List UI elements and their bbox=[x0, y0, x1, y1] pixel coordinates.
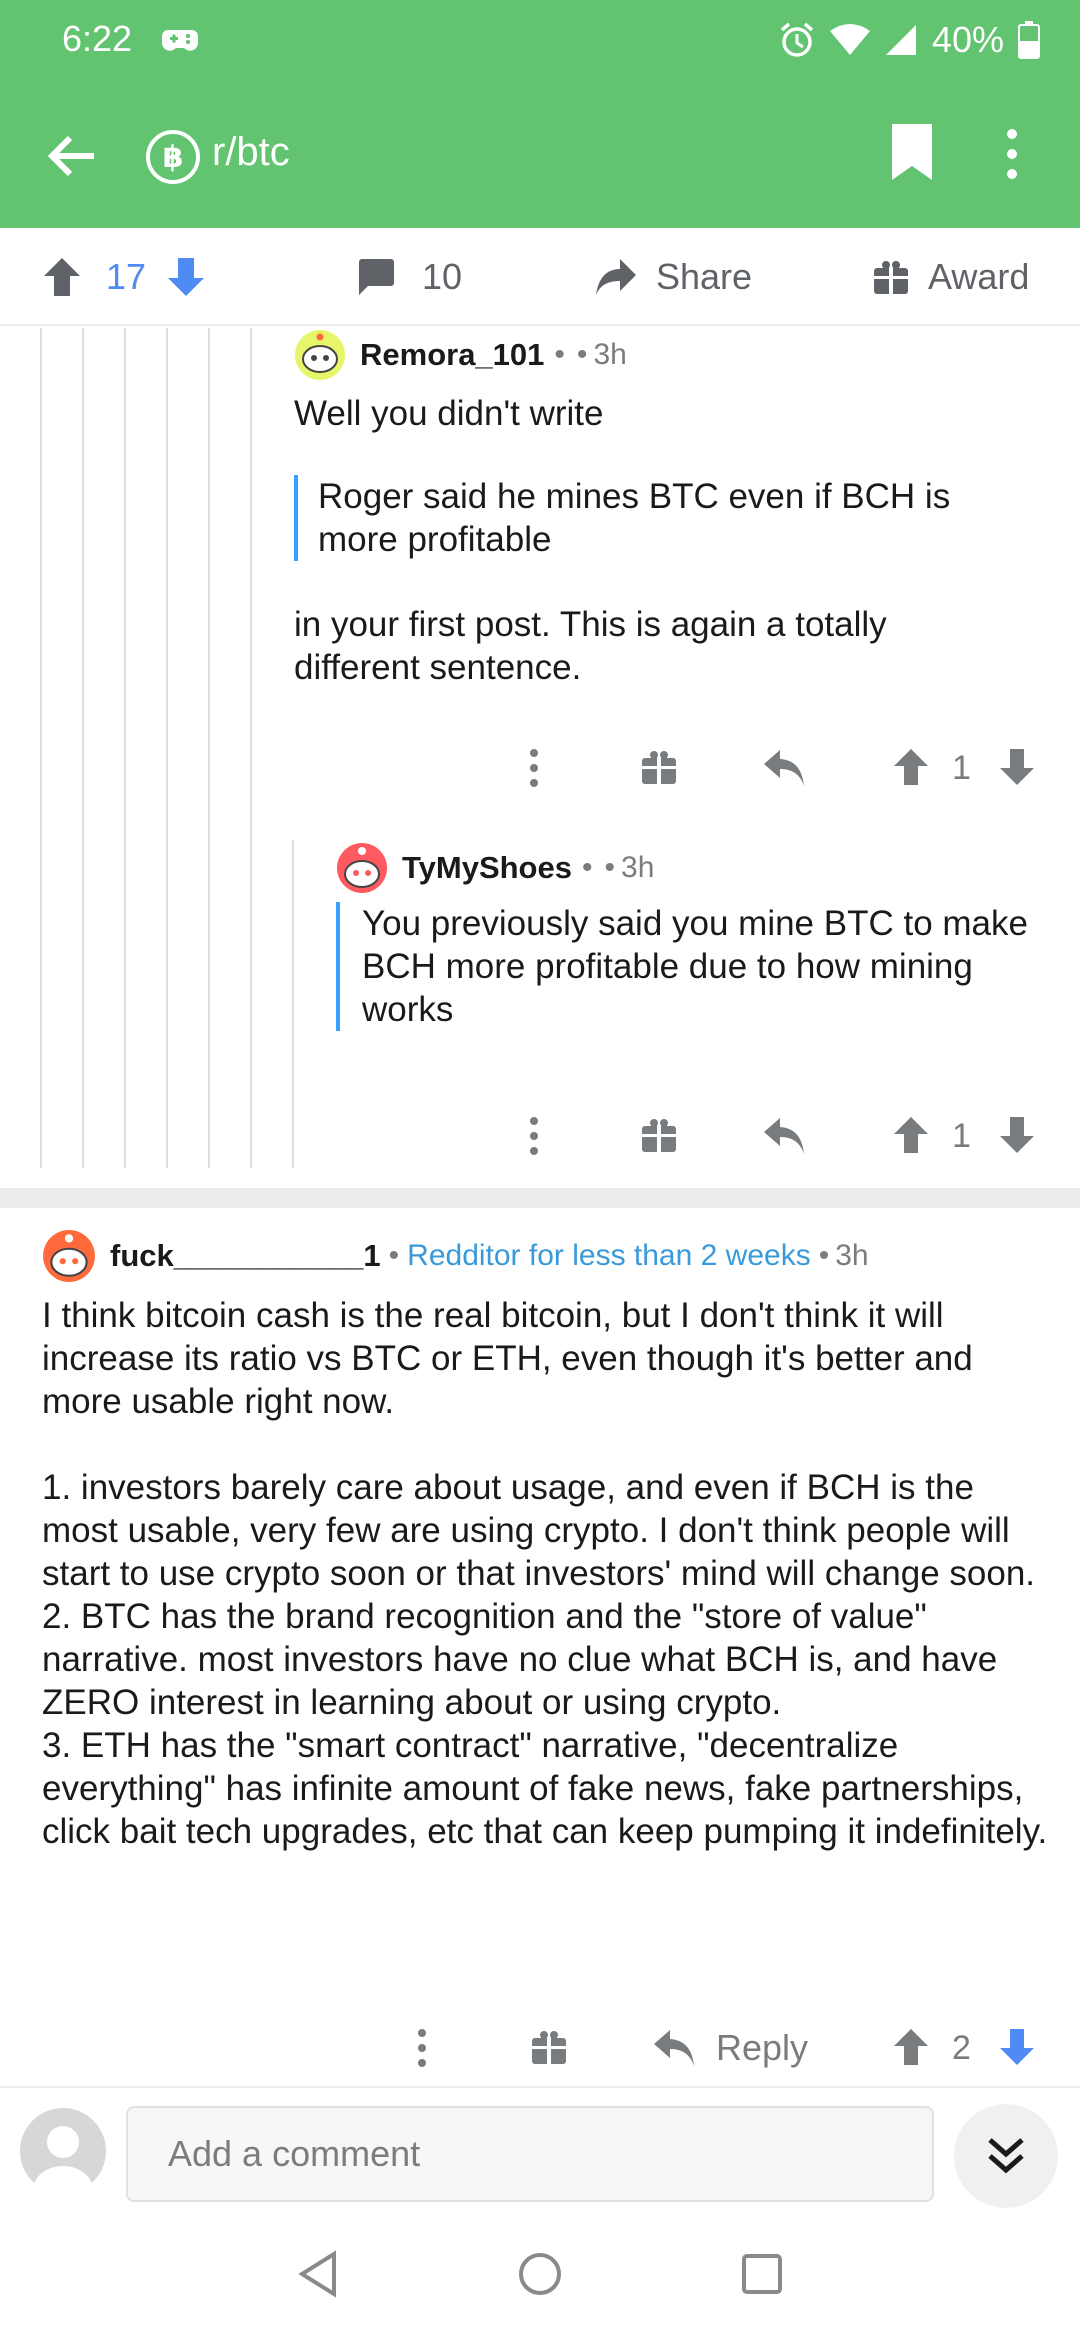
upvote-icon[interactable] bbox=[894, 1117, 928, 1153]
gift-icon[interactable] bbox=[642, 1118, 676, 1152]
more-options-icon[interactable] bbox=[528, 748, 540, 788]
reply-icon[interactable] bbox=[764, 1118, 804, 1154]
home-circle-icon[interactable] bbox=[516, 2250, 564, 2298]
comment-paragraph: I think bitcoin cash is the real bitcoin… bbox=[42, 1296, 973, 1421]
blockquote: Roger said he mines BTC even if BCH is m… bbox=[294, 475, 994, 561]
system-nav-bar bbox=[0, 2220, 1080, 2340]
share-label: Share bbox=[656, 256, 753, 297]
comment-score: 1 bbox=[952, 1116, 971, 1155]
comments-button[interactable]: 10 bbox=[356, 228, 462, 326]
comment-score: 1 bbox=[952, 748, 971, 787]
back-arrow-icon[interactable] bbox=[44, 128, 100, 184]
avatar[interactable] bbox=[20, 2108, 106, 2194]
bookmark-icon[interactable] bbox=[888, 124, 936, 180]
comment-header: fuck___________1 • Redditor for less tha… bbox=[42, 1228, 1052, 1284]
comment-age: 3h bbox=[593, 338, 627, 371]
reply-label: Reply bbox=[716, 2027, 809, 2068]
comment-text: in your first post. This is again a tota… bbox=[294, 605, 887, 687]
battery-icon bbox=[1018, 21, 1040, 59]
downvote-icon[interactable] bbox=[168, 258, 205, 296]
comment-username[interactable]: Remora_101 bbox=[360, 337, 544, 373]
status-bar: 6:22 40% bbox=[0, 0, 1080, 80]
upvote-icon[interactable] bbox=[44, 258, 80, 296]
upvote-icon[interactable] bbox=[894, 749, 928, 785]
back-triangle-icon[interactable] bbox=[296, 2250, 340, 2298]
user-flair: Redditor for less than 2 weeks bbox=[407, 1239, 811, 1272]
meta-separator: • bbox=[581, 851, 593, 884]
award-button[interactable]: Award bbox=[874, 228, 1029, 326]
meta-separator: • bbox=[554, 338, 565, 371]
share-icon bbox=[596, 259, 636, 295]
comment-count: 10 bbox=[422, 256, 463, 297]
comment-actions: Reply 2 bbox=[0, 2018, 1080, 2078]
comment-text: Well you didn't write bbox=[294, 394, 604, 433]
comment-age: 3h bbox=[835, 1239, 869, 1272]
meta-dot: • bbox=[576, 338, 588, 371]
reply-icon bbox=[654, 2030, 694, 2066]
comment: TyMyShoes • • 3h You previously said you… bbox=[336, 842, 1066, 1031]
comment-username[interactable]: TyMyShoes bbox=[402, 850, 572, 886]
gift-icon bbox=[874, 261, 908, 294]
upvote-icon[interactable] bbox=[894, 2029, 928, 2065]
subreddit-name[interactable]: r/btc bbox=[212, 130, 290, 175]
game-controller-icon bbox=[162, 30, 198, 51]
comment-header: Remora_101 • • 3h bbox=[294, 330, 1064, 380]
meta-dot: • bbox=[818, 1239, 830, 1272]
avatar[interactable] bbox=[336, 842, 388, 894]
cellular-signal-icon bbox=[885, 25, 916, 55]
reply-icon[interactable] bbox=[764, 750, 804, 786]
meta-dot: • bbox=[604, 851, 616, 884]
comment-header: TyMyShoes • • 3h bbox=[336, 842, 1066, 894]
downvote-icon[interactable] bbox=[1000, 749, 1034, 785]
alarm-icon bbox=[780, 22, 814, 57]
add-comment-input[interactable]: Add a comment bbox=[126, 2106, 934, 2202]
comment-composer: Add a comment bbox=[0, 2086, 1080, 2220]
comment-score: 2 bbox=[952, 2028, 971, 2067]
wifi-icon bbox=[829, 24, 870, 55]
comment-paragraph: 2. BTC has the brand recognition and the… bbox=[42, 1597, 998, 1722]
downvote-icon[interactable] bbox=[1000, 1117, 1034, 1153]
award-label: Award bbox=[928, 256, 1030, 297]
more-options-icon[interactable] bbox=[1005, 126, 1019, 182]
post-score: 17 bbox=[106, 256, 147, 297]
comment: Remora_101 • • 3h Well you didn't write … bbox=[294, 330, 1064, 689]
comment-paragraph: 3. ETH has the "smart contract" narrativ… bbox=[42, 1726, 1048, 1851]
avatar[interactable] bbox=[42, 1229, 96, 1283]
more-options-icon[interactable] bbox=[416, 2028, 428, 2068]
user-silhouette-icon bbox=[33, 2126, 93, 2194]
gift-icon[interactable] bbox=[532, 2030, 566, 2064]
meta-separator: • bbox=[388, 1239, 400, 1272]
toolbar: ฿ r/btc bbox=[0, 110, 1080, 200]
post-action-bar: 17 10 Share Award bbox=[0, 228, 1080, 326]
comment-paragraph: 1. investors barely care about usage, an… bbox=[42, 1468, 1036, 1593]
comment-age: 3h bbox=[621, 851, 655, 884]
vote-group: 17 bbox=[44, 228, 205, 326]
subreddit-icon: ฿ bbox=[146, 130, 200, 184]
section-divider bbox=[0, 1188, 1080, 1208]
more-options-icon[interactable] bbox=[528, 1116, 540, 1156]
jump-next-button[interactable] bbox=[954, 2104, 1058, 2208]
comment-icon bbox=[359, 259, 394, 295]
avatar[interactable] bbox=[294, 329, 346, 381]
blockquote: You previously said you mine BTC to make… bbox=[336, 902, 1064, 1031]
comment-username[interactable]: fuck___________1 bbox=[110, 1238, 381, 1274]
status-time: 6:22 bbox=[62, 18, 133, 59]
comment-actions: 1 bbox=[0, 738, 1080, 798]
recents-square-icon[interactable] bbox=[740, 2250, 784, 2298]
gift-icon[interactable] bbox=[642, 750, 676, 784]
double-chevron-down-icon bbox=[988, 2138, 1024, 2174]
battery-percent: 40% bbox=[931, 19, 1004, 60]
comment-actions: 1 bbox=[0, 1106, 1080, 1166]
top-app-bar: 6:22 40% ฿ r/btc bbox=[0, 0, 1080, 228]
comment: fuck___________1 • Redditor for less tha… bbox=[42, 1228, 1052, 1853]
downvote-icon[interactable] bbox=[1000, 2029, 1034, 2065]
share-button[interactable]: Share bbox=[596, 228, 752, 326]
reply-button[interactable]: Reply bbox=[654, 2018, 808, 2078]
